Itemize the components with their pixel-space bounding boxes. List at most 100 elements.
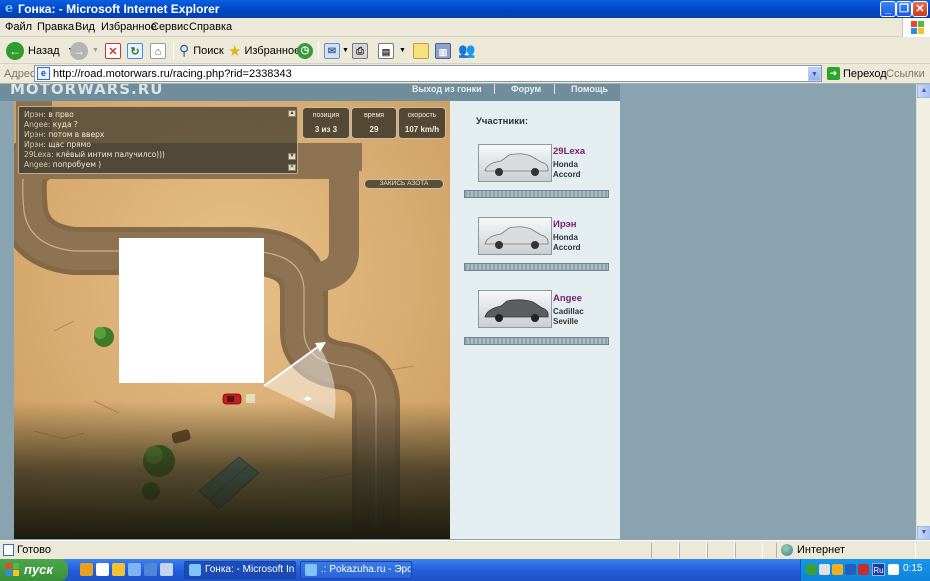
search-icon: ⚲ <box>179 42 190 58</box>
nitro-button[interactable]: ЗАКИСЬ АЗОТА <box>364 179 444 189</box>
participant-car: Cadillac Seville <box>553 307 584 326</box>
tray-volume-icon[interactable] <box>819 564 830 575</box>
address-bar: Адрес: e http://road.motorwars.ru/racing… <box>0 64 930 84</box>
participant-car-image <box>478 144 552 182</box>
mail-button[interactable]: ✉ ▼ <box>324 40 349 61</box>
scroll-up-icon[interactable]: ▲ <box>917 84 930 98</box>
zone-label: Интернет <box>797 544 845 556</box>
taskbar-item-pokazuha[interactable]: .: Pokazuha.ru - Эро... <box>300 561 412 579</box>
status-text: Готово <box>17 544 51 556</box>
research-button[interactable]: ▥ <box>435 40 451 61</box>
window-title: Гонка: - Microsoft Internet Explorer <box>18 2 220 16</box>
search-button[interactable]: ⚲ Поиск <box>179 40 224 61</box>
ie-icon <box>305 564 317 576</box>
quicklaunch-icon[interactable] <box>80 563 93 576</box>
chat-scroll-up-icon[interactable]: ▲ <box>288 110 296 117</box>
quicklaunch-icon[interactable] <box>112 563 125 576</box>
quicklaunch-icon[interactable] <box>144 563 157 576</box>
scroll-down-icon[interactable]: ▼ <box>917 526 930 540</box>
go-button[interactable]: ➜ Переход <box>827 67 887 80</box>
car-body <box>484 153 549 172</box>
windows-flag-icon <box>6 563 19 576</box>
maximize-button[interactable]: ❐ <box>896 1 912 17</box>
search-label: Поиск <box>193 44 224 57</box>
note-icon <box>413 42 429 59</box>
stop-button[interactable]: ✕ <box>105 40 121 61</box>
participant-progress-bar <box>464 190 609 198</box>
links-label[interactable]: Ссылки <box>886 68 925 80</box>
back-label: Назад <box>28 44 60 57</box>
menu-tools[interactable]: Сервис <box>151 21 189 33</box>
edit-dropdown-icon[interactable]: ▼ <box>399 47 406 54</box>
home-button[interactable]: ⌂ <box>150 40 166 61</box>
chat-message: 29Lexa: клёвый интим палучилсо))) <box>24 150 165 159</box>
back-button[interactable]: ← Назад ▼ <box>6 40 74 61</box>
site-header: MOTORWARS.RU Выход из гонки Форум Помощь <box>0 84 620 101</box>
address-input[interactable]: e http://road.motorwars.ru/racing.php?ri… <box>34 65 822 82</box>
tray-app-icon[interactable] <box>858 564 869 575</box>
participant-name[interactable]: Angee <box>553 293 582 304</box>
close-button[interactable]: ✕ <box>912 1 928 17</box>
car-body <box>484 226 549 245</box>
participant-name[interactable]: 29Lexa <box>553 146 585 157</box>
participant-car: Honda Accord <box>553 160 581 179</box>
address-dropdown-icon[interactable]: ▼ <box>808 67 821 81</box>
menu-edit[interactable]: Правка <box>37 21 74 33</box>
participant-name[interactable]: Ирэн <box>553 219 577 230</box>
go-arrow-icon: ➜ <box>827 67 840 80</box>
participant-car-image <box>478 217 552 255</box>
minimize-button[interactable]: _ <box>880 1 896 17</box>
chat-panel: Ирэн: в прво Angee: куда ? Ирэн: потом в… <box>18 106 298 174</box>
menu-help[interactable]: Справка <box>189 21 232 33</box>
race-game-canvas[interactable]: ◂▸ Ирэн: в прво Angee: куда ? Ирэн: пото… <box>14 101 450 539</box>
refresh-button[interactable]: ↻ <box>127 40 143 61</box>
refresh-icon: ↻ <box>127 42 143 59</box>
vertical-scrollbar[interactable]: ▲ ▼ <box>916 84 930 540</box>
site-logo[interactable]: MOTORWARS.RU <box>10 84 163 98</box>
quicklaunch-icon[interactable] <box>96 563 109 576</box>
participants-panel: Участники: 29Lexa Honda Accord Ирэн Honda… <box>450 101 620 539</box>
favorites-button[interactable]: ★ Избранное <box>228 40 300 61</box>
mail-dropdown-icon[interactable]: ▼ <box>342 47 349 54</box>
taskbar-item-ie-race[interactable]: Гонка: - Microsoft In... <box>184 561 296 579</box>
svg-text:◂▸: ◂▸ <box>303 394 313 404</box>
menu-favorites[interactable]: Избранное <box>101 21 157 33</box>
edit-page-icon: ▤ <box>378 42 394 59</box>
participant-car-image <box>478 290 552 328</box>
hud-position: позиция 3 из 3 <box>302 107 350 139</box>
tray-app-icon[interactable] <box>888 564 899 575</box>
start-button[interactable]: пуск <box>0 559 68 581</box>
edit-button[interactable]: ▤ ▼ <box>378 40 406 61</box>
hud-time: время 29 <box>351 107 397 139</box>
menu-view[interactable]: Вид <box>75 21 95 33</box>
discuss-button[interactable] <box>413 40 429 61</box>
forward-button[interactable]: → ▼ <box>70 40 99 61</box>
tray-app-icon[interactable] <box>832 564 843 575</box>
title-bar: e Гонка: - Microsoft Internet Explorer _… <box>0 0 930 18</box>
history-button[interactable]: ◷ <box>297 40 313 61</box>
back-arrow-icon: ← <box>6 41 24 60</box>
page-viewport: MOTORWARS.RU Выход из гонки Форум Помощь <box>0 84 916 540</box>
nav-exit-race[interactable]: Выход из гонки <box>412 84 482 94</box>
address-url: http://road.motorwars.ru/racing.php?rid=… <box>53 68 292 80</box>
forward-dropdown-icon[interactable]: ▼ <box>92 47 99 54</box>
tray-app-icon[interactable] <box>845 564 856 575</box>
tray-network-icon[interactable] <box>806 564 817 575</box>
chat-scroll-down-icon[interactable]: ▼ <box>288 153 296 160</box>
research-icon: ▥ <box>435 42 451 59</box>
quicklaunch-icon[interactable] <box>160 563 173 576</box>
participant-progress-bar <box>464 263 609 271</box>
participant-car: Honda Accord <box>553 233 581 252</box>
print-button[interactable]: ⎙ <box>352 40 368 61</box>
language-indicator[interactable]: Ru <box>872 563 885 576</box>
menu-file[interactable]: Файл <box>5 21 32 33</box>
messenger-button[interactable]: 👥 <box>458 40 475 61</box>
quicklaunch-icon[interactable] <box>128 563 141 576</box>
chat-message: Angee: попробуем ) <box>24 160 102 169</box>
taskbar: пуск Гонка: - Microsoft In... .: Pokazuh… <box>0 559 930 581</box>
history-icon: ◷ <box>297 42 313 59</box>
nav-forum[interactable]: Форум <box>511 84 541 94</box>
chat-close-icon[interactable]: ✕ <box>288 164 296 171</box>
chat-message: Ирэн: щас прямо <box>24 140 91 149</box>
nav-help[interactable]: Помощь <box>571 84 608 94</box>
